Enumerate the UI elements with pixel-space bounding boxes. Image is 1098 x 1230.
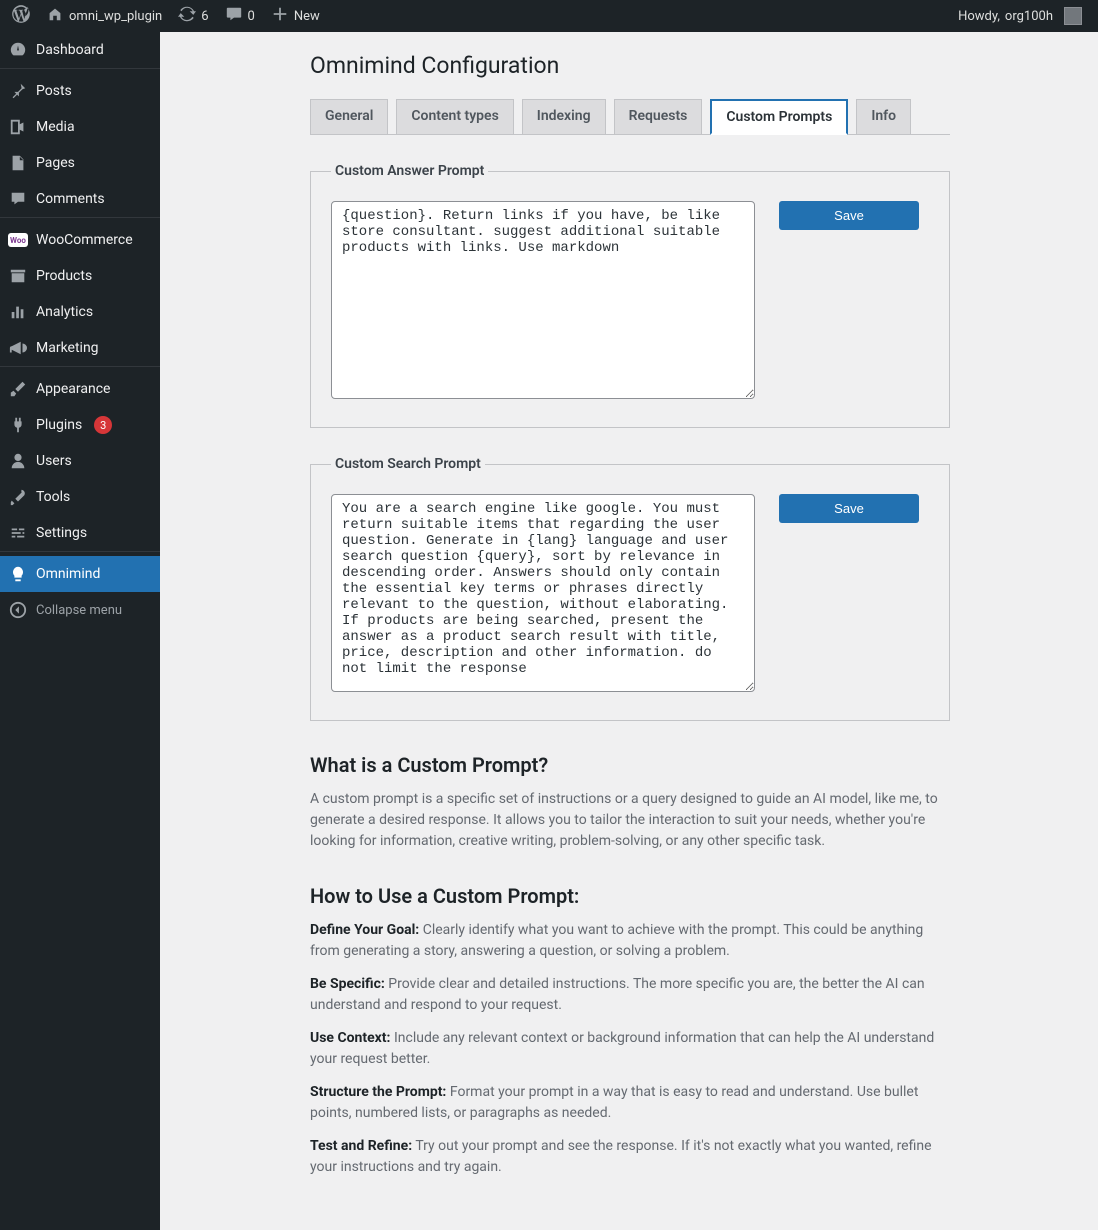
site-name: omni_wp_plugin <box>69 9 162 24</box>
page-icon <box>8 153 28 173</box>
sidebar-item-label: Dashboard <box>36 42 104 58</box>
documentation: What is a Custom Prompt? A custom prompt… <box>310 753 950 1178</box>
update-icon <box>178 5 196 27</box>
wrench-icon <box>8 487 28 507</box>
sidebar-item-posts[interactable]: Posts <box>0 73 160 109</box>
sidebar-item-label: Collapse menu <box>36 603 122 618</box>
site-name-link[interactable]: omni_wp_plugin <box>38 0 170 32</box>
search-prompt-group: Custom Search Prompt Save <box>310 456 950 721</box>
sidebar-item-label: Comments <box>36 191 105 207</box>
admin-sidebar: Dashboard Posts Media Pages Comments Woo WooCo… <box>0 32 160 1230</box>
doc-tip-2: Be Specific: Provide clear and detailed … <box>310 974 950 1016</box>
tab-requests[interactable]: Requests <box>614 99 703 134</box>
sidebar-item-products[interactable]: Products <box>0 258 160 294</box>
search-prompt-legend: Custom Search Prompt <box>331 456 485 472</box>
tab-custom_prompts[interactable]: Custom Prompts <box>710 99 848 135</box>
sidebar-item-plugins[interactable]: Plugins 3 <box>0 407 160 443</box>
sidebar-item-marketing[interactable]: Marketing <box>0 330 160 366</box>
tab-indexing[interactable]: Indexing <box>522 99 606 134</box>
sidebar-item-label: Media <box>36 119 75 135</box>
tab-content_types[interactable]: Content types <box>396 99 513 134</box>
save-answer-button[interactable]: Save <box>779 201 919 230</box>
sidebar-item-pages[interactable]: Pages <box>0 145 160 181</box>
main-content: Omnimind Configuration GeneralContent ty… <box>160 32 1098 1230</box>
updates-link[interactable]: 6 <box>170 0 216 32</box>
account-link[interactable]: Howdy, org100h <box>950 0 1090 32</box>
sidebar-item-label: Appearance <box>36 381 110 397</box>
new-link[interactable]: New <box>263 0 328 32</box>
bars-icon <box>8 302 28 322</box>
doc-paragraph-1: A custom prompt is a specific set of ins… <box>310 789 950 852</box>
sidebar-item-comments[interactable]: Comments <box>0 181 160 217</box>
tab-info[interactable]: Info <box>856 99 911 134</box>
comments-link[interactable]: 0 <box>217 0 263 32</box>
config-tabs: GeneralContent types IndexingRequestsCust… <box>310 99 950 135</box>
sidebar-item-appearance[interactable]: Appearance <box>0 371 160 407</box>
comment-icon <box>8 189 28 209</box>
page-title: Omnimind Configuration <box>310 52 950 79</box>
doc-tip-1: Define Your Goal: Clearly identify what … <box>310 920 950 962</box>
tab-general[interactable]: General <box>310 99 388 134</box>
wordpress-icon <box>12 5 30 27</box>
answer-prompt-textarea[interactable] <box>331 201 755 399</box>
search-prompt-textarea[interactable] <box>331 494 755 692</box>
answer-prompt-group: Custom Answer Prompt Save <box>310 163 950 428</box>
collapse-icon <box>8 600 28 620</box>
updates-count: 6 <box>201 9 208 24</box>
user-icon <box>8 451 28 471</box>
howdy-prefix: Howdy, <box>958 9 1000 24</box>
doc-tip-5: Test and Refine: Try out your prompt and… <box>310 1136 950 1178</box>
sidebar-item-media[interactable]: Media <box>0 109 160 145</box>
sidebar-item-label: Marketing <box>36 340 99 356</box>
comment-icon <box>225 5 243 27</box>
woo-icon: Woo <box>8 230 28 250</box>
sidebar-item-tools[interactable]: Tools <box>0 479 160 515</box>
sidebar-item-woocommerce[interactable]: Woo WooCommerce <box>0 222 160 258</box>
plus-icon <box>271 5 289 27</box>
sidebar-item-settings[interactable]: Settings <box>0 515 160 551</box>
megaphone-icon <box>8 338 28 358</box>
doc-tip-3: Use Context: Include any relevant contex… <box>310 1028 950 1070</box>
sidebar-item-dashboard[interactable]: Dashboard <box>0 32 160 68</box>
sidebar-item-label: Posts <box>36 83 72 99</box>
doc-heading-1: What is a Custom Prompt? <box>310 753 950 777</box>
save-search-button[interactable]: Save <box>779 494 919 523</box>
comments-count: 0 <box>248 9 255 24</box>
user-name: org100h <box>1005 9 1053 24</box>
media-icon <box>8 117 28 137</box>
sidebar-item-label: Omnimind <box>36 566 100 582</box>
sidebar-item-label: Products <box>36 268 92 284</box>
sidebar-item-users[interactable]: Users <box>0 443 160 479</box>
sliders-icon <box>8 523 28 543</box>
sidebar-item-label: Pages <box>36 155 75 171</box>
sidebar-item-analytics[interactable]: Analytics <box>0 294 160 330</box>
admin-bar: omni_wp_plugin 6 0 New Howdy, org100h <box>0 0 1098 32</box>
new-label: New <box>294 9 320 24</box>
pin-icon <box>8 81 28 101</box>
bulb-icon <box>8 564 28 584</box>
sidebar-item-label: Plugins <box>36 417 82 433</box>
sidebar-item-collapse[interactable]: Collapse menu <box>0 592 160 628</box>
avatar <box>1064 7 1082 25</box>
sidebar-item-label: Analytics <box>36 304 93 320</box>
sidebar-item-label: Settings <box>36 525 87 541</box>
sidebar-item-label: WooCommerce <box>36 232 133 248</box>
sidebar-item-omnimind[interactable]: Omnimind <box>0 556 160 592</box>
wp-logo[interactable] <box>4 0 38 32</box>
home-icon <box>46 5 64 27</box>
sidebar-item-label: Users <box>36 453 72 469</box>
doc-tip-4: Structure the Prompt: Format your prompt… <box>310 1082 950 1124</box>
sidebar-item-label: Tools <box>36 489 70 505</box>
doc-heading-2: How to Use a Custom Prompt: <box>310 884 950 908</box>
brush-icon <box>8 379 28 399</box>
update-badge: 3 <box>94 416 112 434</box>
answer-prompt-legend: Custom Answer Prompt <box>331 163 488 179</box>
plug-icon <box>8 415 28 435</box>
dashboard-icon <box>8 40 28 60</box>
archive-icon <box>8 266 28 286</box>
